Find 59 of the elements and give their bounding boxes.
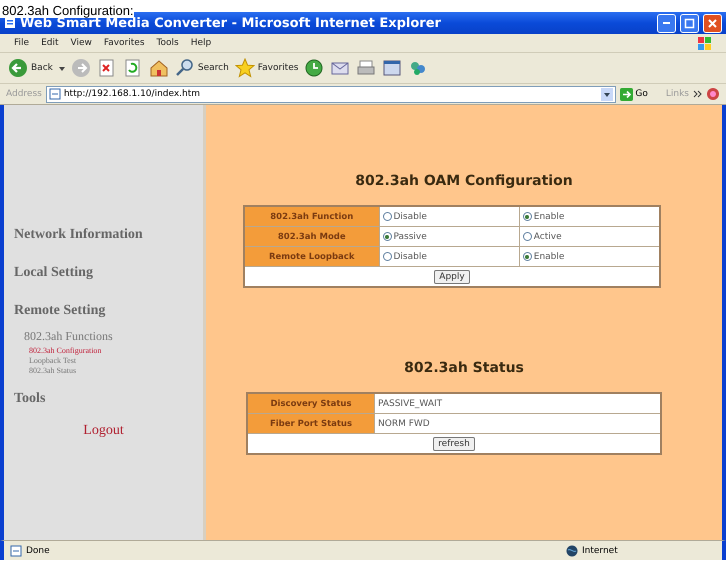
nav-link[interactable]: 802.3ah Configuration xyxy=(29,346,203,355)
minimize-button[interactable] xyxy=(657,14,676,32)
zone-label: Internet xyxy=(582,546,618,556)
logout-link[interactable]: Logout xyxy=(4,423,203,439)
radio-button[interactable] xyxy=(522,212,532,221)
window-button[interactable] xyxy=(382,58,402,78)
chevron-icon xyxy=(693,89,702,99)
minimize-icon xyxy=(663,22,670,24)
refresh-button[interactable]: refresh xyxy=(433,436,475,450)
page-caption: 802.3ah Configuration: xyxy=(0,4,134,18)
home-icon xyxy=(148,58,169,78)
history-icon xyxy=(304,58,324,78)
radio-button[interactable] xyxy=(382,252,392,261)
field-label: Discovery Status xyxy=(247,393,374,414)
section-heading: 802.3ah OAM Configuration xyxy=(354,173,574,189)
nav-link[interactable]: 802.3ah Status xyxy=(29,366,203,375)
menu-item[interactable]: Help xyxy=(190,38,212,48)
home-button[interactable] xyxy=(148,58,169,78)
field-label: 802.3ah Function xyxy=(244,206,379,226)
favorites-button[interactable]: Favorites xyxy=(234,58,298,78)
maximize-icon xyxy=(684,18,695,28)
address-field[interactable]: http://192.168.1.10/index.htm xyxy=(46,86,616,102)
go-arrow-icon xyxy=(620,88,634,100)
windows-logo-icon xyxy=(697,36,712,50)
menu-item[interactable]: Favorites xyxy=(104,38,145,48)
section-heading: 802.3ah Status xyxy=(403,360,525,376)
globe-icon xyxy=(566,544,578,556)
history-button[interactable] xyxy=(304,58,324,78)
status-text: Done xyxy=(26,546,50,556)
menu-item[interactable]: File xyxy=(14,38,30,48)
menu-item[interactable]: Edit xyxy=(41,38,58,48)
back-button[interactable]: Back xyxy=(8,58,53,78)
field-label: 802.3ah Mode xyxy=(244,226,379,246)
search-icon xyxy=(174,58,195,78)
go-button[interactable]: Go xyxy=(620,88,648,100)
address-label: Address xyxy=(6,89,42,99)
radio-button[interactable] xyxy=(382,232,392,241)
close-icon xyxy=(707,18,718,28)
page-icon xyxy=(10,544,22,556)
radio-button[interactable] xyxy=(522,232,532,241)
app-icon xyxy=(4,16,16,30)
close-button[interactable] xyxy=(703,14,722,32)
field-label: Fiber Port Status xyxy=(247,414,374,434)
star-icon xyxy=(234,58,255,78)
nav-section[interactable]: Local Setting xyxy=(14,265,203,281)
menu-item[interactable]: View xyxy=(70,38,92,48)
nav-section[interactable]: Network Information xyxy=(14,227,203,243)
apply-button[interactable]: Apply xyxy=(434,270,470,284)
nav-section[interactable]: Tools xyxy=(14,391,203,407)
radio-button[interactable] xyxy=(522,252,532,261)
radio-button[interactable] xyxy=(382,212,392,221)
search-button[interactable]: Search xyxy=(174,58,229,78)
dropdown-caret-icon xyxy=(58,65,65,71)
menu-item[interactable]: Tools xyxy=(156,38,179,48)
field-label: Remote Loopback xyxy=(244,246,379,266)
page-icon xyxy=(48,88,61,100)
nav-section[interactable]: Remote Setting xyxy=(14,303,203,319)
maximize-button[interactable] xyxy=(680,14,699,32)
window-icon xyxy=(382,58,402,78)
